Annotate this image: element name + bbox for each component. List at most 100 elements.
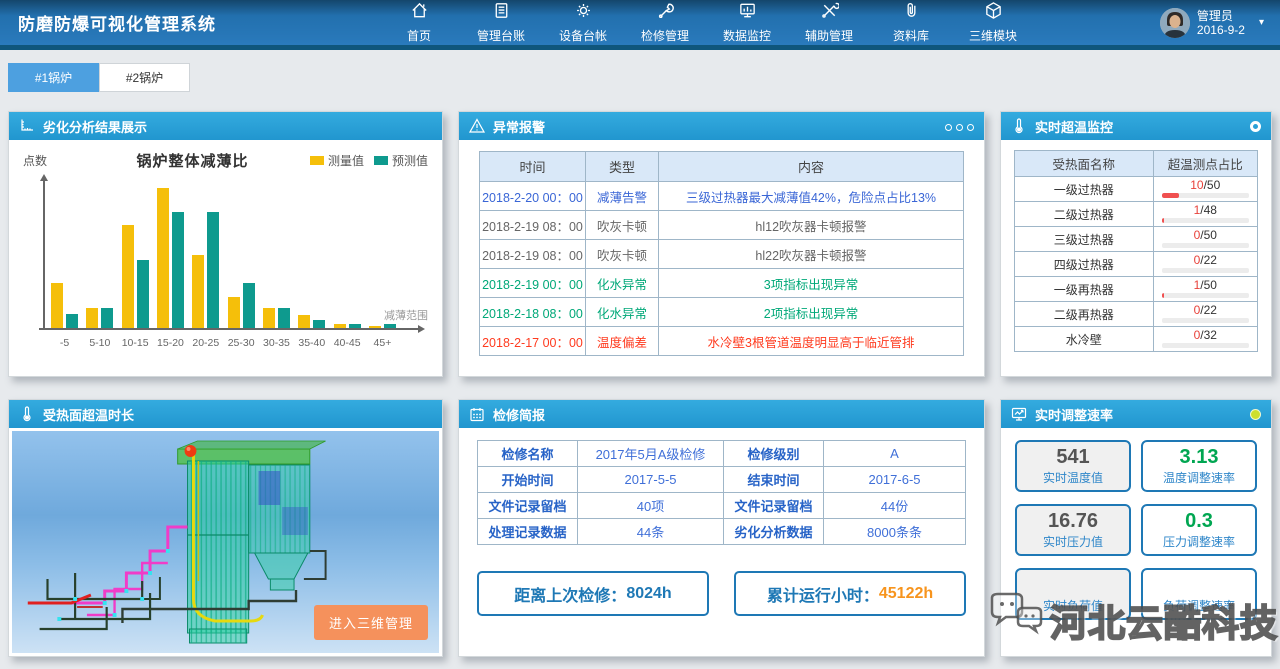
- rate-tile[interactable]: 3.13温度调整速率: [1141, 440, 1257, 492]
- alarm-cell: 2项指标出现异常: [659, 298, 964, 327]
- monitor-chart-icon: [738, 1, 757, 25]
- maintenance-label: 开始时间: [478, 467, 578, 493]
- maintenance-value: 44条: [578, 519, 724, 545]
- overtemp-header-row: 受热面名称超温测点占比: [1015, 151, 1258, 177]
- alarm-row[interactable]: 2018-2-19 08：00吹灰卡顿hl22吹灰器卡顿报警: [480, 240, 964, 269]
- chart-bar: [384, 324, 396, 328]
- panel-header: 劣化分析结果展示: [9, 112, 442, 140]
- tab-boiler-1[interactable]: #1锅炉: [8, 63, 99, 92]
- maintenance-label: 检修名称: [478, 441, 578, 467]
- enter-3d-management-button[interactable]: 进入三维管理: [314, 605, 428, 640]
- gear-icon: [574, 1, 593, 25]
- tile-label: 实时压力值: [1043, 533, 1103, 550]
- alarm-row[interactable]: 2018-2-19 08：00吹灰卡顿hl12吹灰器卡顿报警: [480, 211, 964, 240]
- tile-label: 实时温度值: [1043, 469, 1103, 486]
- panel-title: 异常报警: [493, 117, 545, 136]
- ratio-denominator: /50: [1200, 278, 1217, 292]
- chart-bars: -55-1010-1515-2020-2525-3030-3535-4040-4…: [51, 179, 396, 328]
- x-tick-label: 25-30: [228, 337, 255, 349]
- nav-item-equipment[interactable]: 设备台帐: [557, 1, 609, 44]
- panel-header: 异常报警: [459, 112, 984, 140]
- legend-item: 预测值: [374, 152, 428, 169]
- overtemp-row[interactable]: 一级再热器1/50: [1015, 277, 1258, 302]
- alarm-row[interactable]: 2018-2-18 08：00化水异常2项指标出现异常: [480, 298, 964, 327]
- rate-tile[interactable]: 0.3压力调整速率: [1141, 504, 1257, 556]
- overtemp-row[interactable]: 水冷壁0/32: [1015, 327, 1258, 352]
- maintenance-label: 文件记录留档: [478, 493, 578, 519]
- alarm-cell: 2018-2-18 08：00: [480, 298, 586, 327]
- nav-label: 资料库: [893, 27, 929, 44]
- x-tick-label: 5-10: [89, 337, 110, 349]
- legend-item: 测量值: [310, 152, 364, 169]
- tab-boiler-2[interactable]: #2锅炉: [99, 63, 190, 92]
- legend-swatch: [310, 156, 324, 165]
- nav-label: 辅助管理: [805, 27, 853, 44]
- bar-group: 40-45: [334, 324, 361, 328]
- alarm-table: 时间类型内容2018-2-20 00：00减薄告警三级过热器最大减薄值42%，危…: [479, 151, 964, 356]
- stat-value: 8024h: [626, 585, 671, 603]
- monitor-trend-icon: [1011, 406, 1027, 422]
- chevron-down-icon[interactable]: ▾: [1259, 17, 1264, 28]
- alarm-cell: 化水异常: [586, 269, 659, 298]
- surface-name-cell: 二级过热器: [1015, 202, 1154, 227]
- overtemp-row[interactable]: 一级过热器10/50: [1015, 177, 1258, 202]
- nav-label: 首页: [407, 27, 431, 44]
- chart-bar: [137, 260, 149, 328]
- nav-item-home[interactable]: 首页: [393, 1, 445, 44]
- app-root: 防磨防爆可视化管理系统 首页 管理台账 设备台帐 检修管理 数据监控: [0, 0, 1280, 657]
- nav-item-maintenance[interactable]: 检修管理: [639, 1, 691, 44]
- rate-tile[interactable]: 541实时温度值: [1015, 440, 1131, 492]
- nav-item-ledger[interactable]: 管理台账: [475, 1, 527, 44]
- maintenance-row: 处理记录数据44条劣化分析数据8000条条: [478, 519, 966, 545]
- alarm-cell: 3项指标出现异常: [659, 269, 964, 298]
- tile-value: 16.76: [1048, 510, 1098, 532]
- maintenance-value: 40项: [578, 493, 724, 519]
- alarm-row[interactable]: 2018-2-20 00：00减薄告警三级过热器最大减薄值42%，危险点占比13…: [480, 182, 964, 211]
- maintenance-value: 2017年5月A级检修: [578, 441, 724, 467]
- nav-item-aux[interactable]: 辅助管理: [803, 1, 855, 44]
- x-tick-label: 45+: [374, 337, 392, 349]
- bar-group: 10-15: [122, 225, 149, 328]
- maintenance-stat-button[interactable]: 累计运行小时：45122h: [734, 571, 966, 616]
- alarm-cell: 三级过热器最大减薄值42%，危险点占比13%: [659, 182, 964, 211]
- user-box[interactable]: 管理员 2016-9-2: [1160, 8, 1245, 38]
- alarm-cell: 吹灰卡顿: [586, 240, 659, 269]
- progress-track: [1162, 193, 1250, 198]
- rate-tile[interactable]: 16.76实时压力值: [1015, 504, 1131, 556]
- overtemp-row[interactable]: 三级过热器0/50: [1015, 227, 1258, 252]
- chart-panel-body: 点数 锅炉整体减薄比 测量值预测值 减薄范围 -55-1010-1515-202…: [9, 140, 442, 376]
- progress-fill: [1162, 218, 1165, 223]
- chart-bar: [66, 314, 78, 328]
- ratio-denominator: /22: [1200, 253, 1217, 267]
- boiler-3d-view[interactable]: 进入三维管理: [9, 428, 442, 656]
- panel-overtemp-monitoring: 实时超温监控 受热面名称超温测点占比一级过热器10/50二级过热器1/48三级过…: [1000, 111, 1272, 377]
- nav-item-3d-module[interactable]: 三维模块: [967, 1, 1019, 44]
- nav-item-data-monitor[interactable]: 数据监控: [721, 1, 773, 44]
- nav-label: 设备台帐: [559, 27, 607, 44]
- overtemp-row[interactable]: 四级过热器0/22: [1015, 252, 1258, 277]
- alarm-row[interactable]: 2018-2-19 00：00化水异常3项指标出现异常: [480, 269, 964, 298]
- progress-track: [1162, 243, 1250, 248]
- nav-label: 三维模块: [969, 27, 1017, 44]
- more-options-icon[interactable]: [941, 119, 974, 134]
- stat-label: 累计运行小时：: [767, 582, 879, 606]
- nav-item-library[interactable]: 资料库: [885, 1, 937, 44]
- progress-fill: [1162, 193, 1180, 198]
- overtemp-row[interactable]: 二级过热器1/48: [1015, 202, 1258, 227]
- rate-tile[interactable]: 负荷调整速率: [1141, 568, 1257, 620]
- ruler-icon: [19, 118, 35, 134]
- top-navbar: 防磨防爆可视化管理系统 首页 管理台账 设备台帐 检修管理 数据监控: [0, 0, 1280, 45]
- overtemp-column-header: 受热面名称: [1015, 151, 1154, 177]
- x-tick-label: 35-40: [298, 337, 325, 349]
- status-ring-icon[interactable]: [1250, 121, 1261, 132]
- ratio-denominator: /32: [1200, 328, 1217, 342]
- maintenance-stat-button[interactable]: 距离上次检修：8024h: [477, 571, 709, 616]
- rate-tile[interactable]: 实时负荷值: [1015, 568, 1131, 620]
- overtemp-row[interactable]: 二级再热器0/22: [1015, 302, 1258, 327]
- progress-track: [1162, 218, 1250, 223]
- alarm-row[interactable]: 2018-2-17 00：00温度偏差水冷壁3根管道温度明显高于临近管排: [480, 327, 964, 356]
- chart-title: 锅炉整体减薄比: [75, 150, 310, 171]
- maintenance-value: 2017-6-5: [824, 467, 966, 493]
- overtemp-table: 受热面名称超温测点占比一级过热器10/50二级过热器1/48三级过热器0/50四…: [1014, 150, 1258, 352]
- status-dot-icon[interactable]: [1250, 409, 1261, 420]
